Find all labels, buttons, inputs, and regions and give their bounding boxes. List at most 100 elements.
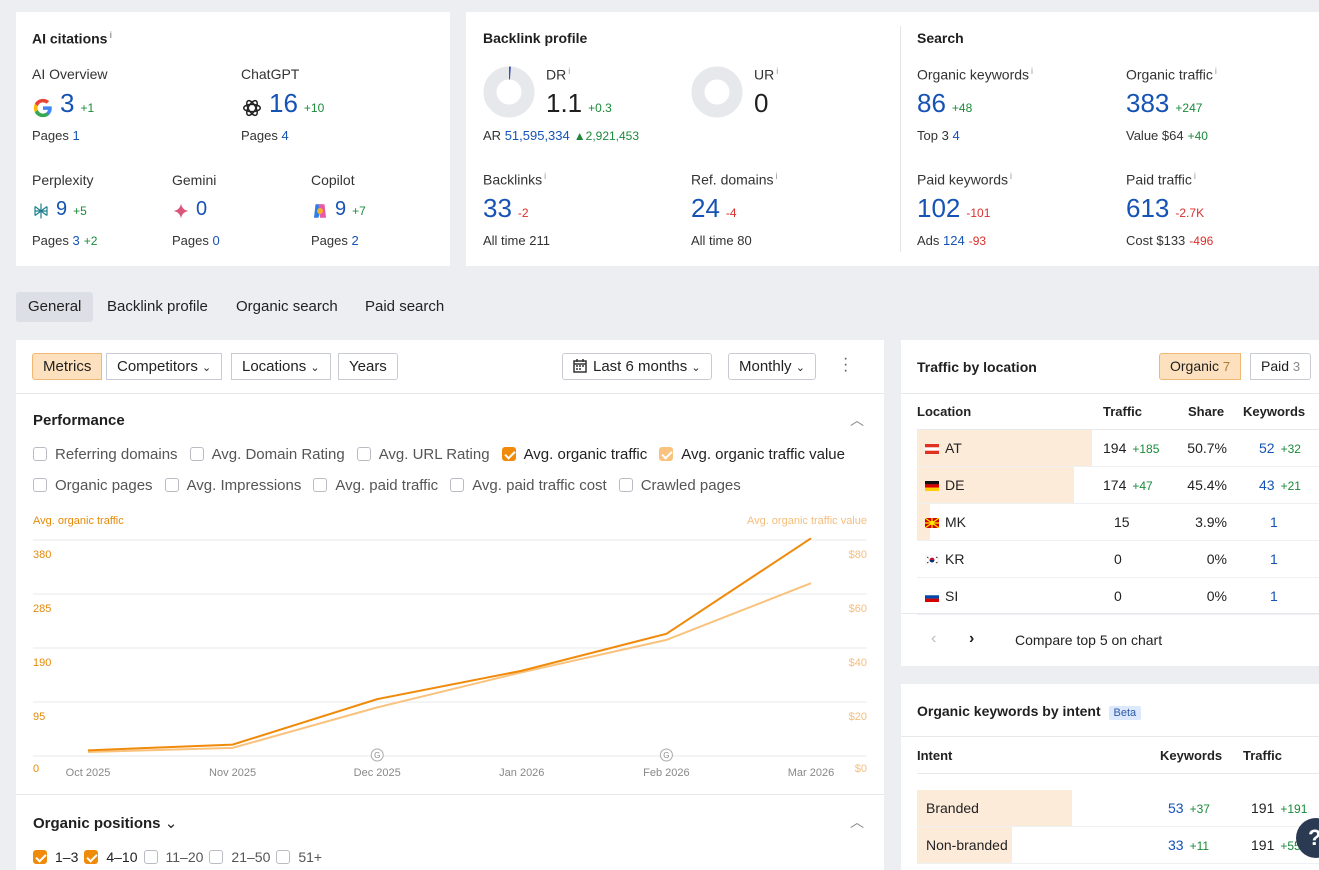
performance-label: Avg. organic traffic xyxy=(523,446,648,463)
more-options-icon[interactable]: · · · xyxy=(843,351,848,379)
divider xyxy=(900,26,901,252)
performance-option[interactable]: Avg. URL Rating xyxy=(356,446,490,463)
y-left-axis-title: Avg. organic traffic xyxy=(33,515,124,527)
performance-checkbox[interactable] xyxy=(618,478,633,492)
col-location[interactable]: Location xyxy=(917,404,971,419)
traffic-by-location-title: Traffic by location xyxy=(917,359,1037,375)
performance-option[interactable]: Avg. organic traffic value xyxy=(659,446,845,463)
tab-general[interactable]: General xyxy=(16,292,94,322)
backlinks-value[interactable]: 33 -2 xyxy=(483,193,529,224)
intent-keywords[interactable]: 33 +11 xyxy=(1168,837,1209,853)
paid-keywords-value[interactable]: 102 -101 xyxy=(917,193,990,224)
performance-checkbox[interactable] xyxy=(313,478,328,492)
performance-option[interactable]: Avg. paid traffic cost xyxy=(450,477,607,494)
series-line xyxy=(87,537,812,752)
col-keywords[interactable]: Keywords xyxy=(1243,404,1305,419)
position-range-checkbox[interactable] xyxy=(276,850,291,864)
position-range-option[interactable]: 51+ xyxy=(276,849,322,865)
performance-option[interactable]: Organic pages xyxy=(33,477,153,494)
y-right-tick: $60 xyxy=(849,603,867,615)
collapse-positions-icon[interactable]: ︿ xyxy=(850,812,864,832)
interval-dropdown[interactable]: Monthly ⌄ xyxy=(728,353,816,380)
organic-keywords-value[interactable]: 86 +48 xyxy=(917,88,972,119)
location-row[interactable]: KR 0 0% 1 xyxy=(917,541,1319,578)
intent-row[interactable]: Non-branded 33 +11 191 +55 xyxy=(917,827,1319,864)
collapse-performance-icon[interactable]: ︿ xyxy=(850,410,864,430)
location-keywords[interactable]: 1 xyxy=(1270,551,1278,567)
col-share[interactable]: Share xyxy=(1188,404,1224,419)
organic-traffic-value[interactable]: 383 +247 xyxy=(1126,88,1202,119)
performance-option[interactable]: Avg. organic traffic xyxy=(501,446,648,463)
x-tick-label: Dec 2025 xyxy=(354,767,401,779)
compare-top5-link[interactable]: Compare top 5 on chart xyxy=(1015,632,1162,648)
col-intent-traffic[interactable]: Traffic xyxy=(1243,748,1282,763)
location-keywords[interactable]: 1 xyxy=(1270,514,1278,530)
perplexity-pages-link[interactable]: 3 xyxy=(73,233,80,248)
performance-checkbox[interactable] xyxy=(356,447,371,461)
ref-domains-value[interactable]: 24 -4 xyxy=(691,193,737,224)
performance-title: Performance xyxy=(33,412,125,429)
gemini-pages-link[interactable]: 0 xyxy=(213,233,220,248)
location-row[interactable]: SI 0 0% 1 xyxy=(917,578,1319,615)
intent-row[interactable]: Branded 53 +37 191 +191 xyxy=(917,790,1319,827)
performance-checkbox[interactable] xyxy=(501,447,516,461)
location-row[interactable]: AT 194 +185 50.7% 52 +32 xyxy=(917,430,1319,467)
date-range-dropdown[interactable]: Last 6 months ⌄ xyxy=(562,353,712,380)
ai-overview-pages-link[interactable]: 1 xyxy=(73,128,80,143)
location-keywords[interactable]: 43 +21 xyxy=(1259,477,1301,493)
tab-backlink-profile[interactable]: Backlink profile xyxy=(95,292,220,322)
position-range-option[interactable]: 11–20 xyxy=(143,849,203,865)
paid-keywords-ads: Ads 124 -93 xyxy=(917,233,987,248)
performance-checkbox[interactable] xyxy=(450,478,465,492)
next-page-icon[interactable]: › xyxy=(969,630,974,648)
position-range-checkbox[interactable] xyxy=(143,850,158,864)
chatgpt-pages-link[interactable]: 4 xyxy=(282,128,289,143)
performance-checkbox[interactable] xyxy=(659,447,674,461)
years-tab[interactable]: Years xyxy=(338,353,398,380)
locations-dropdown[interactable]: Locations ⌄ xyxy=(231,353,331,380)
position-range-option[interactable]: 21–50 xyxy=(209,849,270,865)
paid-toggle[interactable]: Paid 3 xyxy=(1250,353,1312,380)
location-row[interactable]: DE 174 +47 45.4% 43 +21 xyxy=(917,467,1319,504)
prev-page-icon[interactable]: ‹ xyxy=(931,630,936,648)
performance-option[interactable]: Crawled pages xyxy=(618,477,741,494)
col-intent-keywords[interactable]: Keywords xyxy=(1160,748,1222,763)
performance-checkbox[interactable] xyxy=(33,447,47,461)
perplexity-label: Perplexity xyxy=(32,172,94,188)
ref-domains-all-time: All time 80 xyxy=(691,233,752,248)
intent-keywords[interactable]: 53 +37 xyxy=(1168,800,1210,816)
performance-option[interactable]: Avg. Domain Rating xyxy=(189,446,345,463)
position-range-checkbox[interactable] xyxy=(209,850,224,864)
organic-positions-title[interactable]: Organic positions ⌄ xyxy=(33,814,177,832)
intent-traffic: 191 +55 xyxy=(1251,837,1301,853)
paid-traffic-value[interactable]: 613 -2.7K xyxy=(1126,193,1204,224)
location-row[interactable]: MK 15 3.9% 1 xyxy=(917,504,1319,541)
performance-checkbox[interactable] xyxy=(164,478,179,492)
location-name: KR xyxy=(925,551,964,567)
performance-chart: Avg. organic traffic Avg. organic traffic… xyxy=(33,515,867,779)
competitors-dropdown[interactable]: Competitors ⌄ xyxy=(106,353,223,380)
location-keywords[interactable]: 1 xyxy=(1270,588,1278,604)
position-range-checkbox[interactable] xyxy=(84,850,99,864)
position-range-option[interactable]: 1–3 xyxy=(33,849,78,865)
performance-option[interactable]: Avg. Impressions xyxy=(164,477,301,494)
organic-toggle[interactable]: Organic 7 xyxy=(1159,353,1242,380)
position-range-checkbox[interactable] xyxy=(33,850,47,864)
ar-value[interactable]: 51,595,334 xyxy=(505,128,570,143)
series-line xyxy=(87,582,812,753)
tab-organic-search[interactable]: Organic search xyxy=(224,292,350,322)
performance-option[interactable]: Referring domains xyxy=(33,446,178,463)
metrics-tab[interactable]: Metrics xyxy=(32,353,103,380)
performance-options-row2: Organic pages Avg. Impressions Avg. paid t… xyxy=(33,477,753,494)
position-range-option[interactable]: 4–10 xyxy=(84,849,138,865)
y-left-tick: 95 xyxy=(33,711,45,723)
copilot-pages-link[interactable]: 2 xyxy=(352,233,359,248)
performance-checkbox[interactable] xyxy=(33,478,47,492)
tab-paid-search[interactable]: Paid search xyxy=(353,292,456,322)
performance-option[interactable]: Avg. paid traffic xyxy=(313,477,438,494)
location-keywords[interactable]: 52 +32 xyxy=(1259,440,1301,456)
col-traffic[interactable]: Traffic xyxy=(1103,404,1142,419)
performance-checkbox[interactable] xyxy=(189,447,204,461)
col-intent[interactable]: Intent xyxy=(917,748,952,763)
ai-citations-card: AI citations i AI Overview 3 +1 Pages 1 Ch… xyxy=(16,12,450,266)
